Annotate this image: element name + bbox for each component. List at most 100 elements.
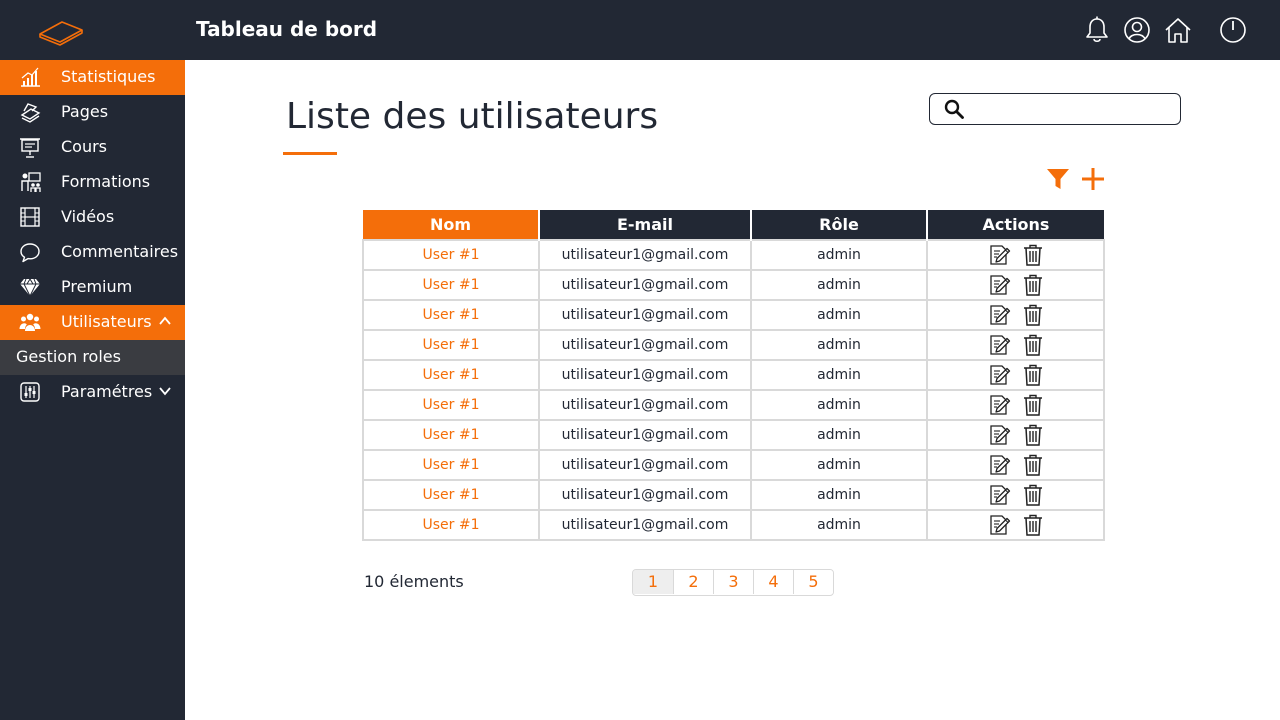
actions-cell bbox=[926, 449, 1105, 481]
user-email-cell: utilisateur1@gmail.com bbox=[538, 239, 752, 271]
table-row[interactable]: User #1 utilisateur1@gmail.com admin bbox=[362, 419, 1105, 451]
trash-icon[interactable] bbox=[1021, 423, 1045, 447]
table-row[interactable]: User #1 utilisateur1@gmail.com admin bbox=[362, 269, 1105, 301]
user-name-cell[interactable]: User #1 bbox=[362, 359, 540, 391]
edit-icon[interactable] bbox=[987, 303, 1011, 327]
trash-icon[interactable] bbox=[1021, 303, 1045, 327]
item-count: 10 élements bbox=[364, 572, 464, 591]
page-1-button[interactable]: 1 bbox=[633, 570, 673, 594]
search-icon[interactable] bbox=[944, 99, 964, 119]
edit-icon[interactable] bbox=[987, 363, 1011, 387]
table-row[interactable]: User #1 utilisateur1@gmail.com admin bbox=[362, 299, 1105, 331]
trash-icon[interactable] bbox=[1021, 243, 1045, 267]
user-role-cell: admin bbox=[750, 449, 928, 481]
sidebar-item-premium[interactable]: Premium bbox=[0, 270, 185, 305]
sidebar-item-formations[interactable]: Formations bbox=[0, 165, 185, 200]
edit-icon[interactable] bbox=[987, 483, 1011, 507]
sidebar-item-statistiques[interactable]: Statistiques bbox=[0, 60, 185, 95]
page-3-button[interactable]: 3 bbox=[713, 570, 753, 594]
table-row[interactable]: User #1 utilisateur1@gmail.com admin bbox=[362, 449, 1105, 481]
users-icon bbox=[19, 313, 41, 331]
trash-icon[interactable] bbox=[1021, 333, 1045, 357]
column-header-nom[interactable]: Nom bbox=[363, 210, 539, 240]
edit-icon[interactable] bbox=[987, 333, 1011, 357]
search-input[interactable] bbox=[974, 98, 1170, 120]
user-role-cell: admin bbox=[750, 479, 928, 511]
sidebar-item-label: Gestion roles bbox=[16, 347, 121, 366]
chevron-up-icon bbox=[159, 316, 171, 325]
user-role-cell: admin bbox=[750, 269, 928, 301]
actions-cell bbox=[926, 389, 1105, 421]
sidebar-item-cours[interactable]: Cours bbox=[0, 130, 185, 165]
page-4-button[interactable]: 4 bbox=[753, 570, 793, 594]
top-bar: Tableau de bord bbox=[0, 0, 1280, 60]
sidebar-item-label: Utilisateurs bbox=[61, 312, 152, 331]
edit-icon[interactable] bbox=[987, 273, 1011, 297]
sidebar-subitem-gestion-roles[interactable]: Gestion roles bbox=[0, 340, 185, 375]
sidebar-item-commentaires[interactable]: Commentaires bbox=[0, 235, 185, 270]
table-row[interactable]: User #1 utilisateur1@gmail.com admin bbox=[362, 479, 1105, 511]
users-table: Nom E-mail Rôle Actions User #1 utilisate… bbox=[362, 210, 1105, 541]
user-email-cell: utilisateur1@gmail.com bbox=[538, 329, 752, 361]
user-name-cell[interactable]: User #1 bbox=[362, 419, 540, 451]
actions-cell bbox=[926, 479, 1105, 511]
trash-icon[interactable] bbox=[1021, 273, 1045, 297]
trash-icon[interactable] bbox=[1021, 363, 1045, 387]
presentation-icon bbox=[20, 138, 40, 158]
sidebar-item-label: Cours bbox=[61, 137, 108, 156]
user-name-cell[interactable]: User #1 bbox=[362, 509, 540, 541]
search-box[interactable] bbox=[929, 93, 1181, 125]
user-email-cell: utilisateur1@gmail.com bbox=[538, 359, 752, 391]
sidebar-item-utilisateurs[interactable]: Utilisateurs bbox=[0, 305, 185, 340]
edit-icon[interactable] bbox=[987, 453, 1011, 477]
edit-icon[interactable] bbox=[987, 423, 1011, 447]
sliders-icon bbox=[20, 382, 40, 402]
edit-icon[interactable] bbox=[987, 513, 1011, 537]
table-row[interactable]: User #1 utilisateur1@gmail.com admin bbox=[362, 239, 1105, 271]
column-header-email[interactable]: E-mail bbox=[538, 210, 751, 240]
user-role-cell: admin bbox=[750, 329, 928, 361]
edit-icon[interactable] bbox=[987, 243, 1011, 267]
actions-cell bbox=[926, 299, 1105, 331]
user-name-cell[interactable]: User #1 bbox=[362, 299, 540, 331]
user-name-cell[interactable]: User #1 bbox=[362, 239, 540, 271]
trash-icon[interactable] bbox=[1021, 393, 1045, 417]
table-row[interactable]: User #1 utilisateur1@gmail.com admin bbox=[362, 389, 1105, 421]
sidebar-item-parametres[interactable]: Paramétres bbox=[0, 375, 185, 410]
table-row[interactable]: User #1 utilisateur1@gmail.com admin bbox=[362, 329, 1105, 361]
user-name-cell[interactable]: User #1 bbox=[362, 479, 540, 511]
sidebar-item-label: Statistiques bbox=[61, 67, 156, 86]
user-name-cell[interactable]: User #1 bbox=[362, 329, 540, 361]
table-row[interactable]: User #1 utilisateur1@gmail.com admin bbox=[362, 509, 1105, 541]
user-name-cell[interactable]: User #1 bbox=[362, 449, 540, 481]
user-name-cell[interactable]: User #1 bbox=[362, 389, 540, 421]
logo-icon[interactable] bbox=[36, 12, 86, 48]
user-profile-icon[interactable] bbox=[1122, 15, 1152, 45]
user-email-cell: utilisateur1@gmail.com bbox=[538, 419, 752, 451]
page-2-button[interactable]: 2 bbox=[673, 570, 713, 594]
column-header-role[interactable]: Rôle bbox=[750, 210, 927, 240]
filter-icon[interactable] bbox=[1045, 166, 1071, 192]
user-email-cell: utilisateur1@gmail.com bbox=[538, 479, 752, 511]
trash-icon[interactable] bbox=[1021, 513, 1045, 537]
actions-cell bbox=[926, 329, 1105, 361]
actions-cell bbox=[926, 359, 1105, 391]
home-icon[interactable] bbox=[1163, 15, 1193, 45]
bell-icon[interactable] bbox=[1082, 15, 1112, 45]
film-icon bbox=[20, 207, 40, 227]
sidebar-item-videos[interactable]: Vidéos bbox=[0, 200, 185, 235]
trash-icon[interactable] bbox=[1021, 483, 1045, 507]
user-name-cell[interactable]: User #1 bbox=[362, 269, 540, 301]
add-icon[interactable] bbox=[1080, 166, 1106, 192]
actions-cell bbox=[926, 269, 1105, 301]
chevron-down-icon bbox=[159, 387, 171, 396]
power-icon[interactable] bbox=[1218, 15, 1248, 45]
trash-icon[interactable] bbox=[1021, 453, 1045, 477]
edit-icon[interactable] bbox=[987, 393, 1011, 417]
page-5-button[interactable]: 5 bbox=[793, 570, 833, 594]
table-row[interactable]: User #1 utilisateur1@gmail.com admin bbox=[362, 359, 1105, 391]
sidebar-item-pages[interactable]: Pages bbox=[0, 95, 185, 130]
actions-cell bbox=[926, 509, 1105, 541]
chart-icon bbox=[21, 67, 40, 87]
user-email-cell: utilisateur1@gmail.com bbox=[538, 269, 752, 301]
